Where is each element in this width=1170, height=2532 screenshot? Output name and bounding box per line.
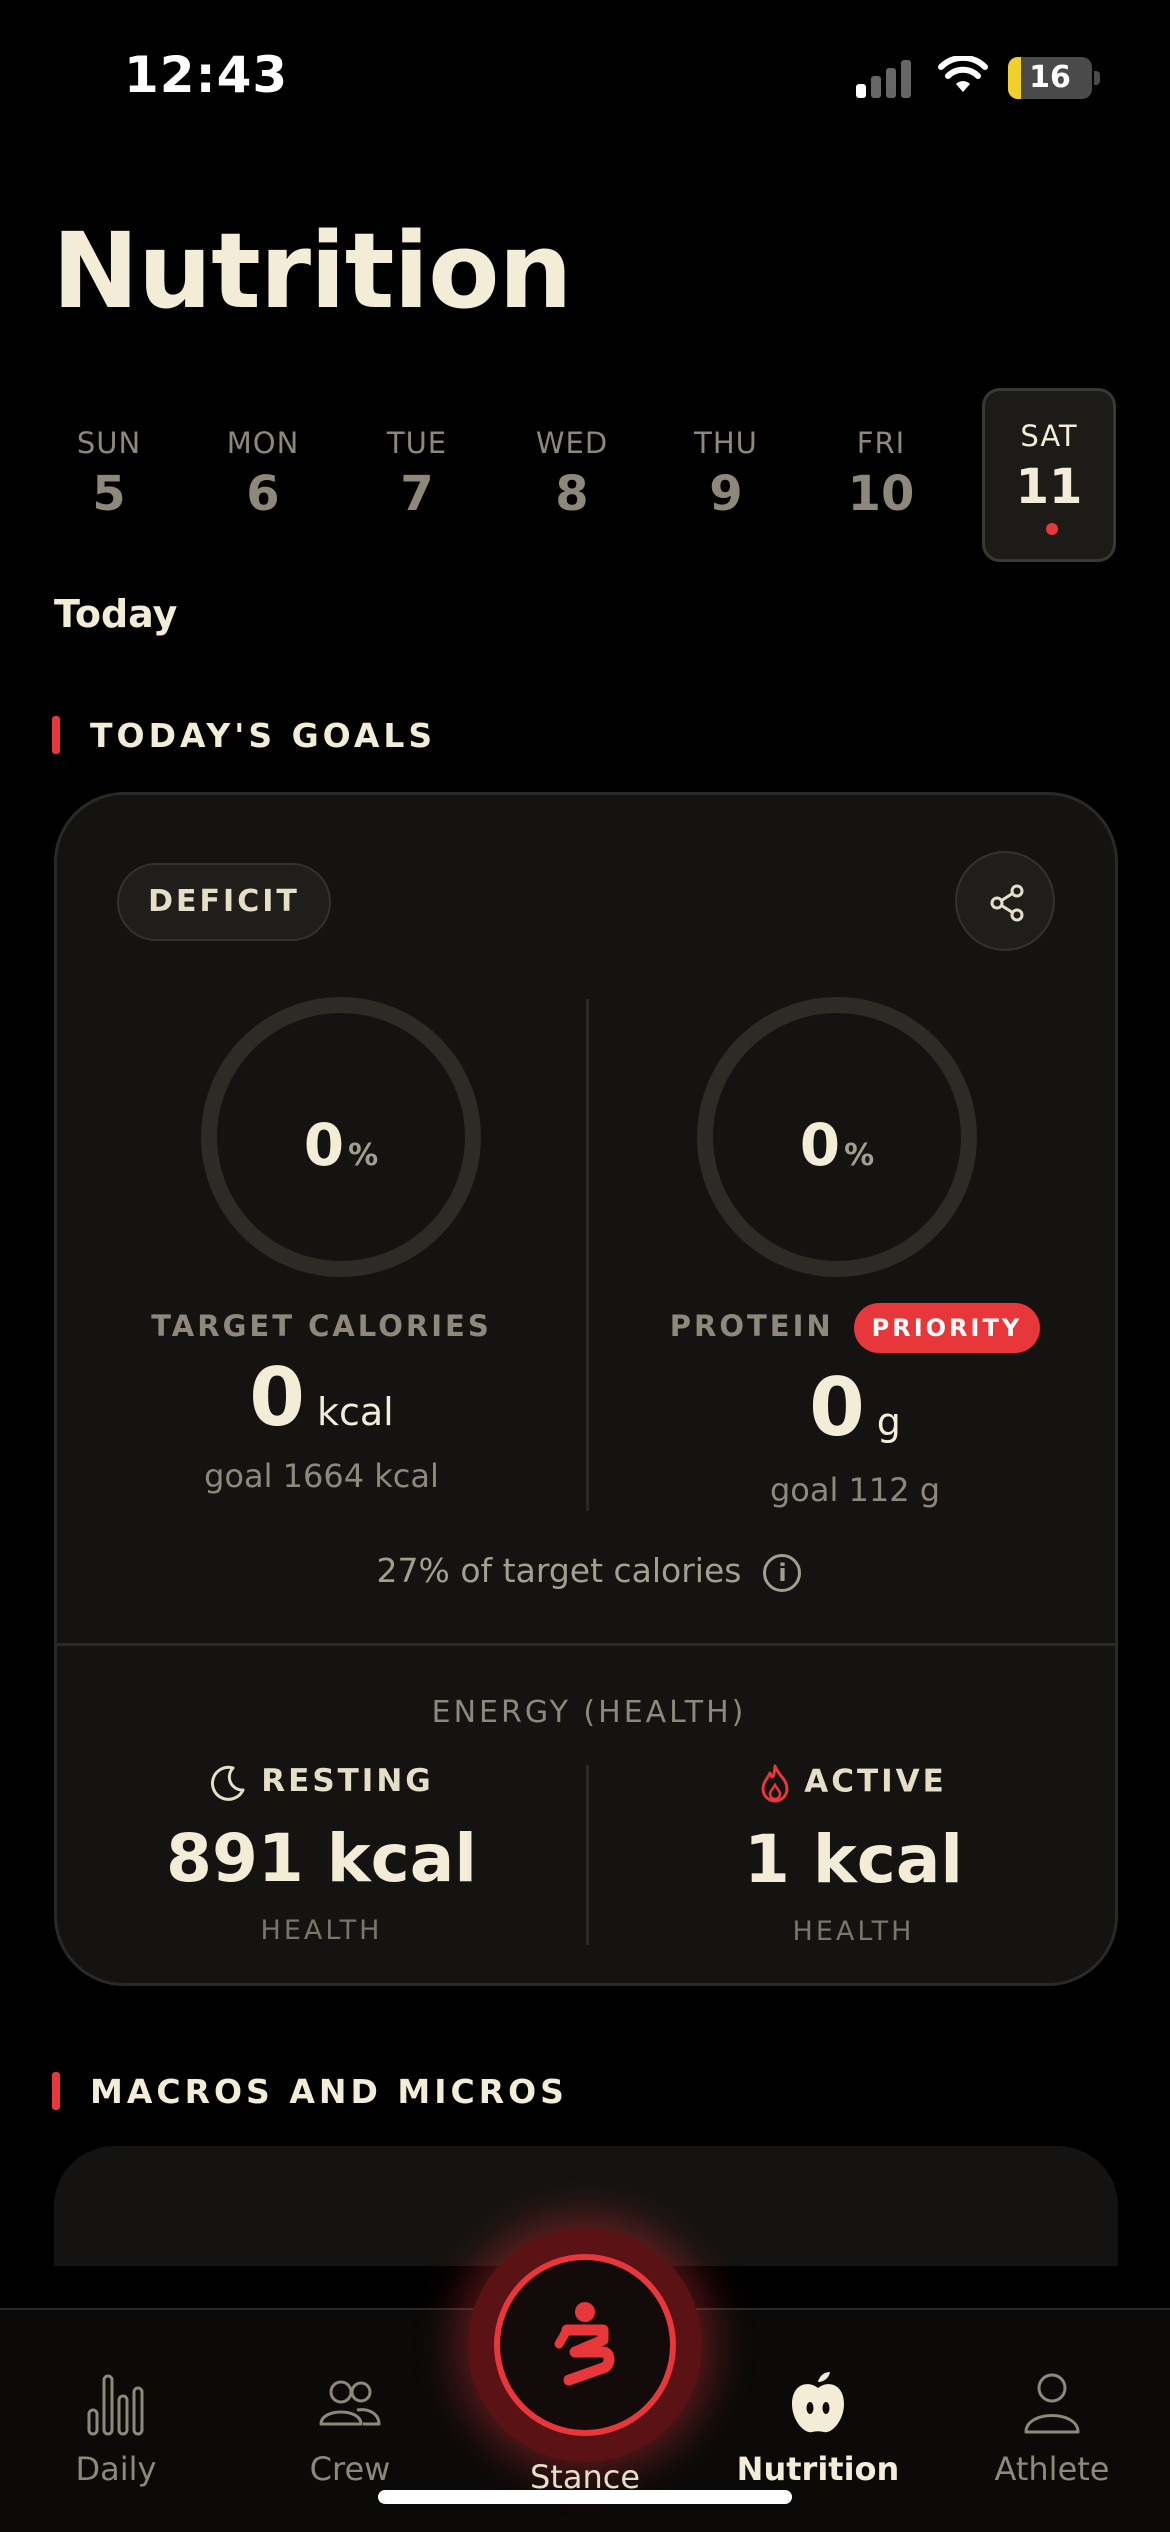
energy-title: ENERGY (HEALTH)	[431, 1695, 747, 1730]
info-icon[interactable]: i	[763, 1553, 802, 1592]
goals-card: DEFICIT 0% TARGET CALORIES 0 kcal goal 16…	[54, 792, 1118, 1986]
section-divider	[57, 1643, 1115, 1646]
apple-icon	[792, 2372, 844, 2433]
active-value: 1 kcal	[743, 1821, 964, 1898]
day-mon[interactable]: MON 6	[196, 388, 330, 562]
active-label: ACTIVE	[804, 1763, 947, 1800]
share-icon	[990, 884, 1024, 922]
day-number: 8	[555, 466, 589, 522]
battery-level: 16	[1029, 60, 1071, 95]
protein-percent: 0%	[799, 1111, 875, 1179]
tab-nutrition[interactable]: Nutrition	[708, 2370, 928, 2488]
protein-progress-ring: 0%	[697, 997, 977, 1277]
active-energy: ACTIVE 1 kcal HEALTH	[589, 1763, 1115, 1948]
tab-label: Athlete	[994, 2450, 1110, 2488]
home-indicator[interactable]	[378, 2490, 792, 2504]
goal-mode-pill[interactable]: DEFICIT	[117, 863, 331, 941]
day-name: MON	[226, 426, 300, 460]
calories-progress-ring: 0%	[201, 997, 481, 1277]
calories-percent: 0%	[303, 1111, 379, 1179]
day-thu[interactable]: THU 9	[659, 388, 793, 562]
target-calories-note: 27% of target calories i	[57, 1551, 1115, 1592]
day-number: 10	[847, 466, 915, 522]
day-name: SUN	[76, 426, 142, 460]
day-sun[interactable]: SUN 5	[42, 388, 176, 562]
day-number: 5	[92, 466, 126, 522]
section-title: TODAY'S GOALS	[90, 716, 437, 755]
resting-label: RESTING	[261, 1763, 434, 1799]
people-icon	[319, 2380, 381, 2426]
day-name: SAT	[1020, 419, 1078, 453]
resting-source: HEALTH	[260, 1914, 383, 1946]
status-time: 12:43	[124, 46, 289, 104]
day-number: 7	[400, 466, 434, 522]
day-name: THU	[694, 426, 758, 460]
stance-logo-icon	[554, 2302, 615, 2386]
week-selector: SUN 5 MON 6 TUE 7 WED 8 THU 9 FRI 10 SAT…	[42, 388, 1120, 562]
day-number: 9	[709, 466, 743, 522]
active-source: HEALTH	[792, 1916, 915, 1947]
calories-goal: goal 1664 kcal	[204, 1457, 439, 1495]
calories-value: 0 kcal	[249, 1351, 394, 1444]
battery-tip	[1094, 71, 1100, 85]
page-title: Nutrition	[52, 210, 573, 332]
person-icon	[1024, 2373, 1080, 2434]
protein-goal: goal 112 g	[769, 1471, 941, 1509]
section-accent-bar	[52, 716, 60, 754]
resting-energy: RESTING 891 kcal HEALTH	[57, 1763, 586, 1946]
day-sat-selected[interactable]: SAT 11	[982, 388, 1116, 562]
stance-button[interactable]	[494, 2254, 676, 2436]
share-button[interactable]	[955, 851, 1055, 951]
tab-crew[interactable]: Crew	[240, 2370, 460, 2488]
status-bar: 12:43 16	[0, 0, 1170, 150]
protein-value: 0g	[809, 1361, 901, 1454]
day-name: TUE	[386, 426, 448, 460]
day-number: 11	[1015, 459, 1083, 515]
day-tue[interactable]: TUE 7	[350, 388, 484, 562]
wifi-icon	[938, 56, 988, 92]
tab-daily[interactable]: Daily	[6, 2370, 226, 2488]
day-fri[interactable]: FRI 10	[814, 388, 948, 562]
protein-label: PROTEIN	[669, 1309, 834, 1343]
tab-label: Nutrition	[736, 2450, 900, 2488]
day-number: 6	[246, 466, 280, 522]
today-dot	[1046, 523, 1058, 535]
section-accent-bar	[52, 2072, 60, 2110]
active-header: ACTIVE	[589, 1763, 1115, 1803]
moon-icon	[211, 1765, 245, 1801]
priority-badge: PRIORITY	[853, 1303, 1041, 1353]
section-title: MACROS AND MICROS	[90, 2072, 568, 2111]
calories-label: TARGET CALORIES	[151, 1309, 492, 1343]
tab-label: Crew	[309, 2450, 391, 2488]
day-name: WED	[535, 426, 609, 460]
flame-icon	[761, 1764, 789, 1803]
bar-chart-icon	[87, 2374, 144, 2436]
day-name: FRI	[856, 426, 906, 460]
protein-label-row: PROTEIN PRIORITY	[589, 1303, 1115, 1353]
resting-header: RESTING	[57, 1763, 586, 1802]
day-wed[interactable]: WED 8	[505, 388, 639, 562]
resting-value: 891 kcal	[166, 1819, 477, 1897]
cellular-signal-icon	[856, 58, 916, 98]
tab-label: Daily	[75, 2450, 157, 2488]
battery-icon: 16	[1008, 57, 1092, 99]
tab-athlete[interactable]: Athlete	[942, 2370, 1162, 2488]
selected-date-label: Today	[54, 592, 178, 636]
